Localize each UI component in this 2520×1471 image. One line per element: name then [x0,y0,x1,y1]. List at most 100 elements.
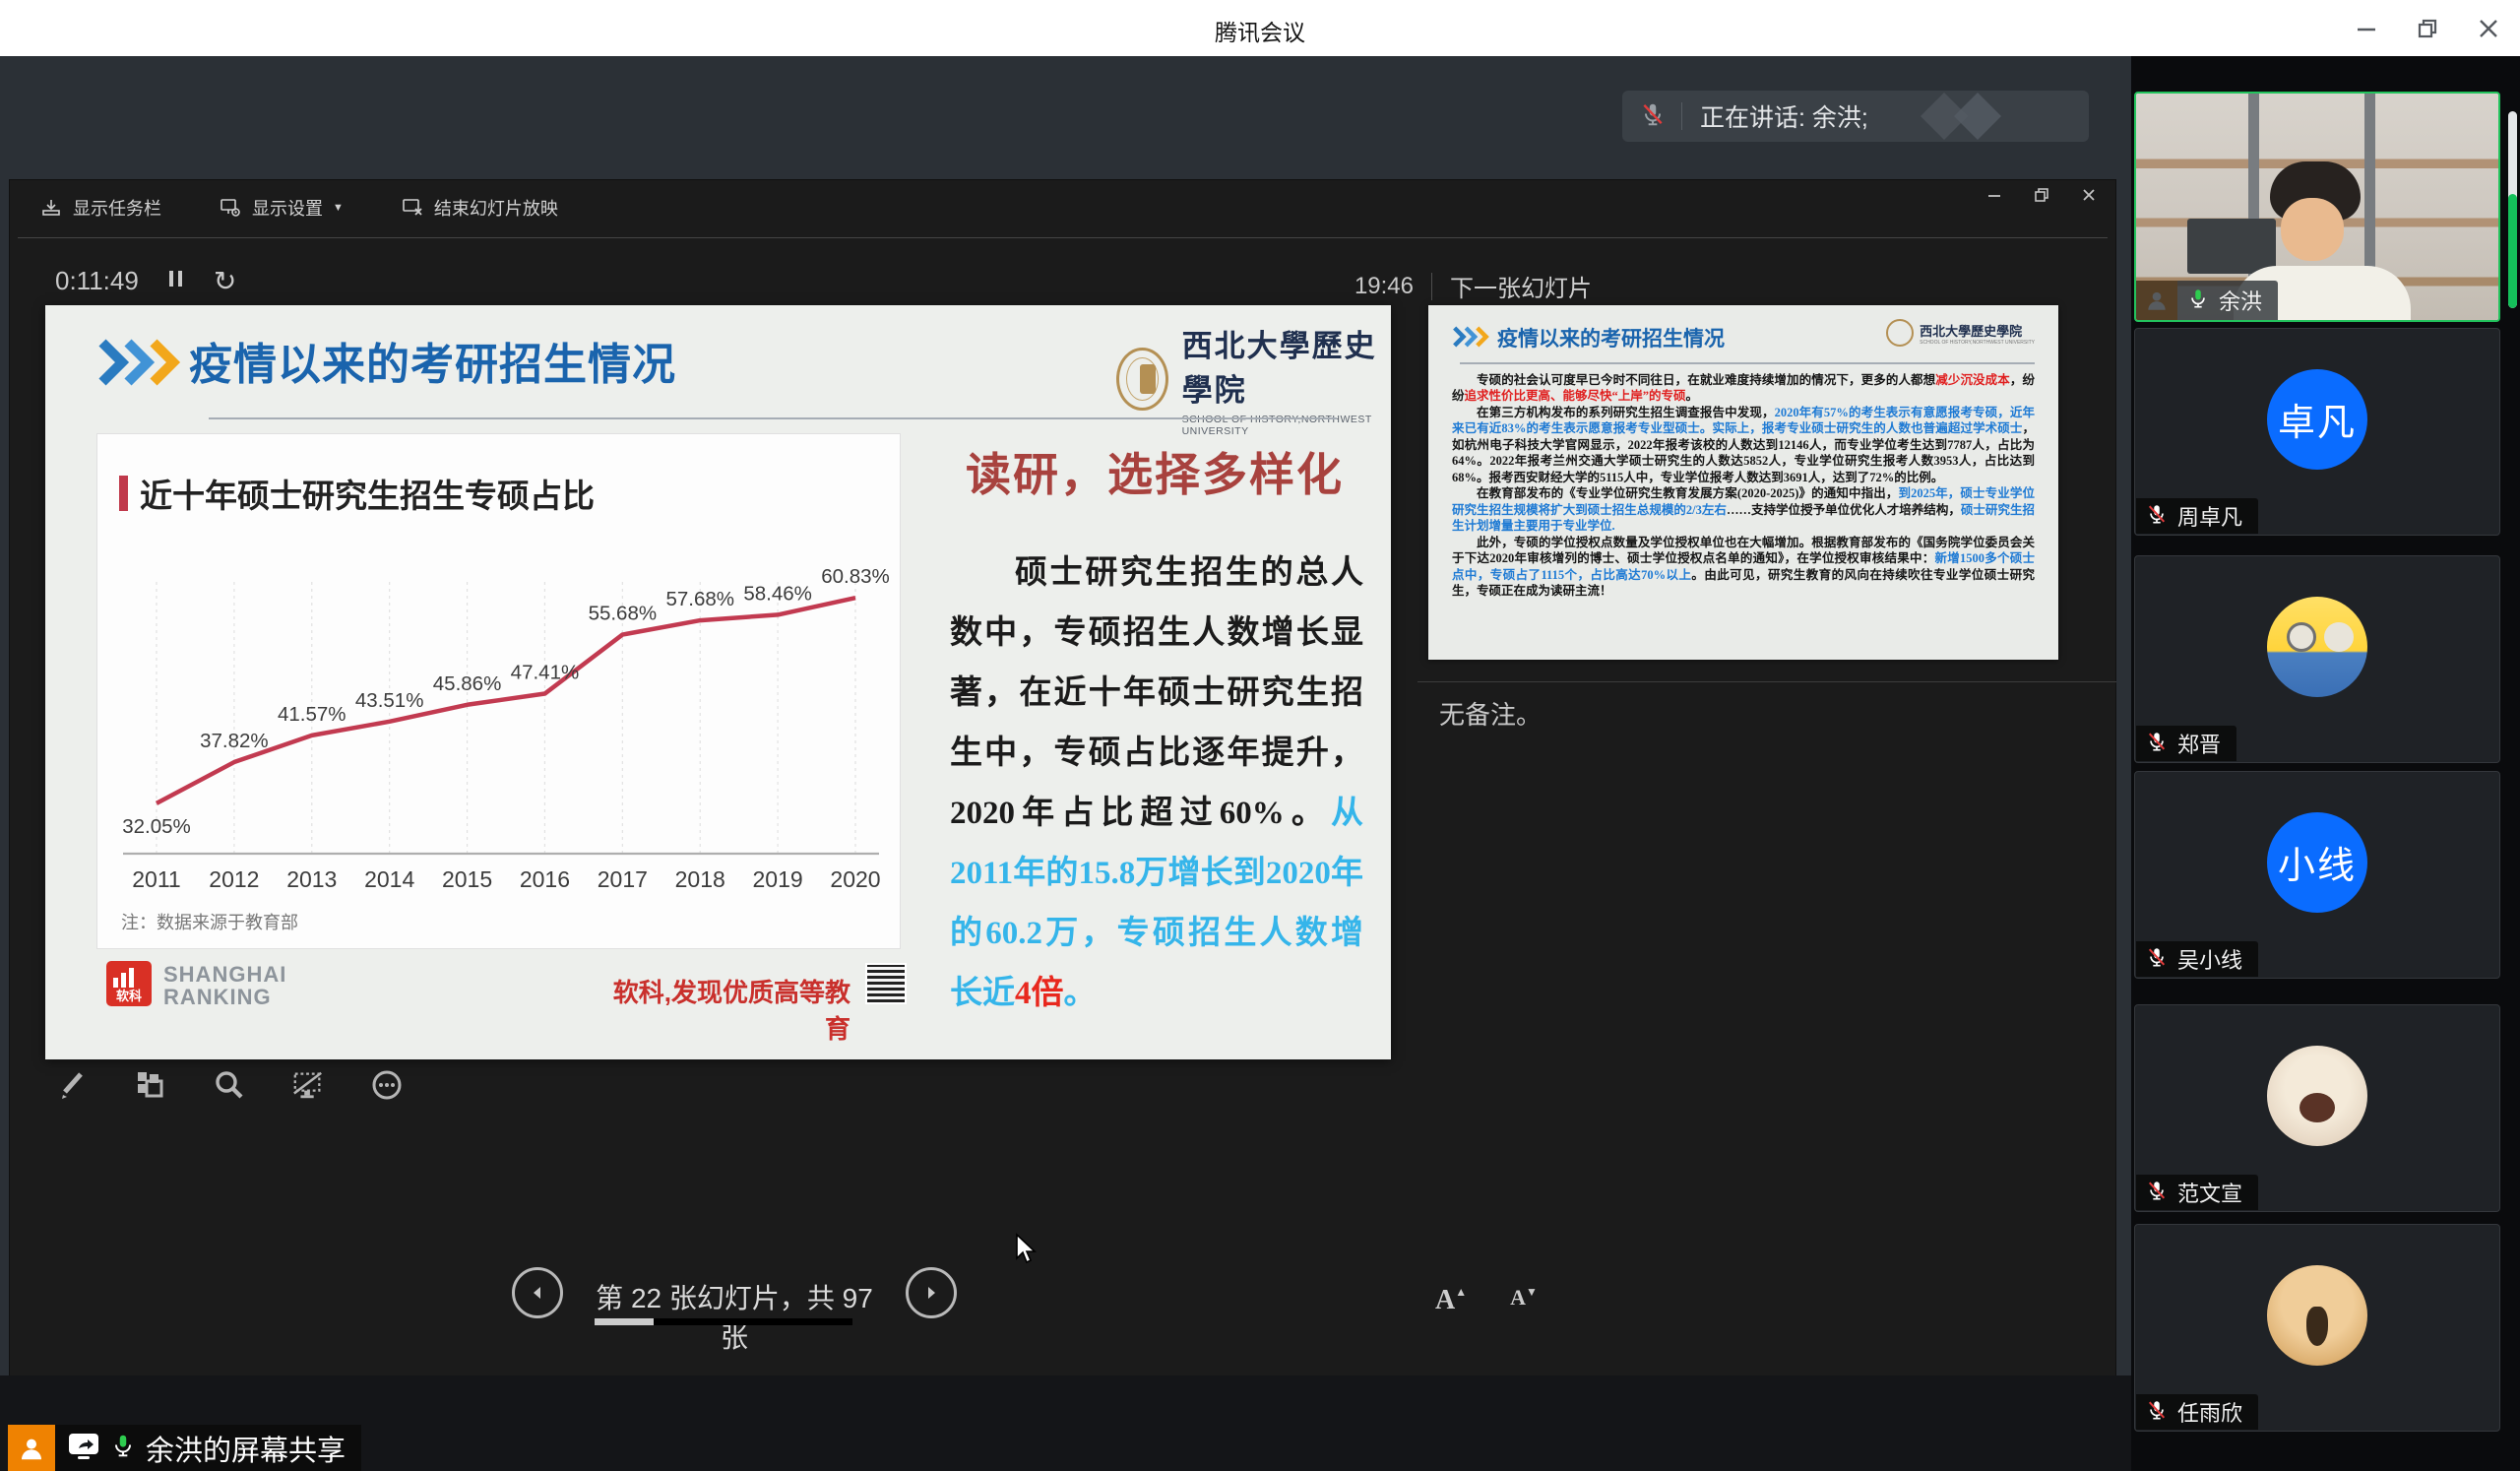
svg-text:55.68%: 55.68% [589,603,658,625]
title-underline [209,417,1337,419]
reset-timer-icon[interactable]: ↻ [214,265,236,297]
participant-name: 范文宣 [2177,1177,2242,1208]
svg-text:45.86%: 45.86% [433,672,502,695]
avatar [2267,1046,2367,1146]
svg-text:2016: 2016 [520,866,570,892]
slide-sorter-icon[interactable] [134,1068,167,1102]
university-emblem-icon [1116,348,1168,411]
svg-text:60.83%: 60.83% [821,565,890,588]
ppt-restore-icon[interactable] [2031,184,2052,206]
preview-slide-body: 专硕的社会认可度早已今时不同往日，在就业难度持续增加的情况下，更多的人都想减少沉… [1452,372,2035,600]
participant-name: 余洪 [2219,285,2262,316]
preview-slide-title: 疫情以来的考研招生情况 [1497,323,1725,352]
svg-text:2011: 2011 [132,866,180,892]
notes-empty-label: 无备注。 [1439,695,1542,732]
more-options-icon[interactable] [370,1068,404,1102]
font-decrease-button[interactable]: A▼ [1510,1285,1538,1316]
preview-university-logo: 西北大學歷史學院 SCHOOL OF HISTORY,NORTHWEST UNI… [1886,319,2035,347]
svg-text:57.68%: 57.68% [665,588,734,610]
participant-tile[interactable]: 任雨欣 [2134,1224,2500,1432]
zoom-tool-icon[interactable] [213,1068,246,1102]
svg-text:2013: 2013 [286,866,337,892]
chevron-decoration [1452,325,1491,349]
slide-right-body: 硕士研究生招生的总人数中，专硕招生人数增长显著，在近十年硕士研究生招生中，专硕占… [950,544,1363,1024]
slideshow-timer: 0:11:49 [55,266,139,296]
participant-name: 周卓凡 [2177,500,2242,532]
university-logo: 西北大學歷史學院 SCHOOL OF HISTORY,NORTHWEST UNI… [1116,321,1391,437]
mic-muted-icon [2146,730,2168,758]
avatar [2267,1265,2367,1366]
svg-text:2012: 2012 [209,866,259,892]
participant-tile[interactable]: 范文宣 [2134,1004,2500,1212]
chart-title: 近十年硕士研究生招生专硕占比 [140,470,595,517]
svg-text:58.46%: 58.46% [743,582,812,605]
avatar: 卓凡 [2267,369,2367,470]
display-settings-button[interactable]: 显示设置 ▼ [219,195,344,221]
mic-on-icon [110,1432,136,1464]
speaking-status-bar: 正在讲话: 余洪; [1622,91,2089,142]
svg-text:2015: 2015 [442,866,492,892]
speaking-label: 正在讲话: 余洪; [1700,98,1868,134]
minimize-icon[interactable] [2353,15,2380,42]
ppt-minimize-icon[interactable] [1984,184,2005,206]
mouse-cursor [1014,1233,1040,1266]
font-increase-button[interactable]: A▲ [1435,1285,1467,1316]
previous-slide-button[interactable] [512,1267,563,1318]
svg-text:37.82%: 37.82% [200,730,269,752]
admission-ratio-line-chart: 32.05%37.82%41.57%43.51%45.86%47.41%55.6… [103,519,891,913]
show-taskbar-button[interactable]: 显示任务栏 [39,195,161,221]
mic-muted-icon [2146,945,2168,974]
slide-position-label: 第 22 张幻灯片，共 97 张 [581,1277,888,1356]
meeting-logo-watermark [1910,95,2057,138]
next-slide-preview[interactable]: 疫情以来的考研招生情况 西北大學歷史學院 SCHOOL OF HISTORY,N… [1428,305,2058,660]
svg-text:2020: 2020 [830,866,880,892]
ppt-presenter-window: 显示任务栏 显示设置 ▼ 结束幻灯片放映 [10,180,2115,1375]
shangke-brand-text: SHANGHAI RANKING [163,963,286,1008]
svg-text:41.57%: 41.57% [278,703,346,726]
avatar [2267,597,2367,697]
black-screen-icon[interactable] [291,1068,325,1102]
slide-progress-bar[interactable] [595,1318,852,1325]
svg-text:2017: 2017 [598,866,648,892]
dropdown-arrow-icon: ▼ [333,202,344,214]
divider [1681,102,1682,130]
slide-progress-fill [595,1318,654,1325]
qr-code [865,963,907,1004]
participant-tile[interactable]: 卓凡 周卓凡 [2134,328,2500,536]
end-slideshow-button[interactable]: 结束幻灯片放映 [401,195,558,221]
app-title: 腾讯会议 [0,14,2520,47]
divider [1431,273,1432,300]
next-slide-button[interactable] [906,1267,957,1318]
shangke-slogan: 软科,发现优质高等教育 [597,973,850,1046]
slide-right-heading: 读研，选择多样化 [950,439,1359,504]
slide-title: 疫情以来的考研招生情况 [189,329,676,392]
svg-text:43.51%: 43.51% [355,689,424,712]
pause-timer-icon[interactable] [166,267,186,295]
svg-text:32.05%: 32.05% [122,815,191,838]
chart-card: 近十年硕士研究生招生专硕占比 32.05% 37.82% 41.57% 43.51% 4… [96,433,901,949]
current-slide: 疫情以来的考研招生情况 西北大學歷史學院 SCHOOL OF HISTORY,N… [45,305,1391,1059]
ppt-close-icon[interactable] [2078,184,2100,206]
svg-text:2018: 2018 [675,866,725,892]
participant-name: 郑晋 [2177,728,2221,759]
mic-muted-icon [2146,1398,2168,1427]
sidebar-scrollbar[interactable] [2508,111,2517,308]
scrollbar-thumb[interactable] [2508,194,2517,308]
mic-muted-icon [2146,502,2168,531]
restore-icon[interactable] [2414,15,2441,42]
pen-tool-icon[interactable] [55,1068,89,1102]
participant-tile[interactable]: 小线 吴小线 [2134,771,2500,979]
participants-sidebar: 余洪 卓凡 周卓凡 郑晋 小线 [2131,56,2520,1471]
end-slideshow-icon [401,196,424,220]
chart-note: 注：数据来源于教育部 [121,909,298,934]
tencent-meeting-window: 腾讯会议 正在讲话: 余洪; [0,0,2520,1471]
current-time: 19:46 [1329,273,1414,300]
preview-title-underline [1460,362,2035,364]
close-icon[interactable] [2475,15,2502,42]
toolbar-divider [18,237,2108,238]
participant-tile-video[interactable]: 余洪 [2134,92,2500,322]
notes-divider [1418,681,2116,682]
participant-tile[interactable]: 郑晋 [2134,555,2500,763]
next-slide-label: 下一张幻灯片 [1450,269,1592,303]
ppt-toolbar: 显示任务栏 显示设置 ▼ 结束幻灯片放映 [39,190,558,225]
